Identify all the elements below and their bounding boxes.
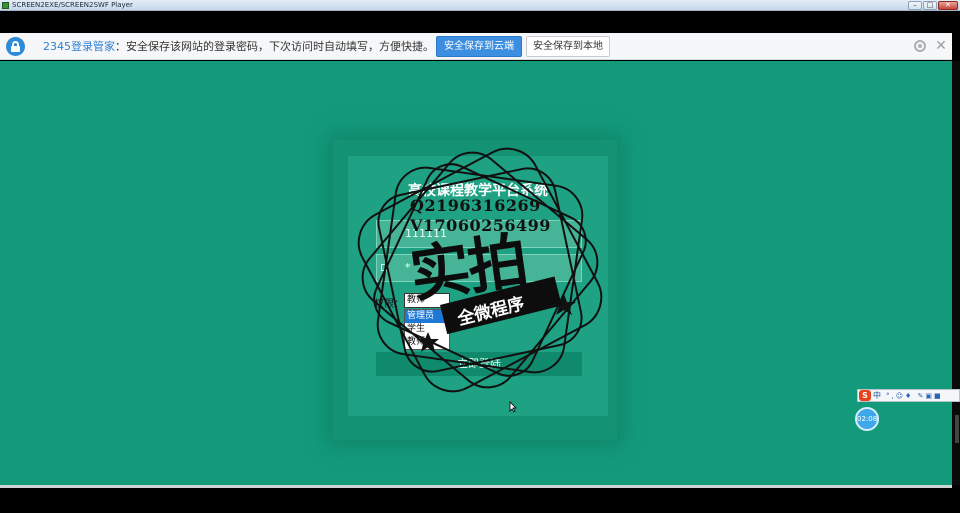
password-bar-text: ：安全保存该网站的登录密码，下次访问时自动填写，方便快捷。 bbox=[115, 40, 434, 53]
window-titlebar[interactable]: SCREEN2EXE/SCREEN2SWF Player – □ ✕ bbox=[0, 0, 960, 11]
ime-toolbar[interactable]: S 中 °,☺♦ ✎▣■ bbox=[857, 389, 960, 402]
star-icon bbox=[417, 332, 439, 352]
ime-tool-icons[interactable]: °,☺♦ ✎▣■ bbox=[886, 391, 943, 401]
floating-clock[interactable]: 02:08 bbox=[855, 407, 879, 431]
minimize-button[interactable]: – bbox=[908, 1, 922, 10]
watermark-contact-1: Q2196316269 bbox=[410, 196, 541, 215]
lock-icon bbox=[6, 37, 25, 56]
bottom-divider bbox=[0, 485, 952, 488]
password-bar-message: 2345登录管家：安全保存该网站的登录密码，下次访问时自动填写，方便快捷。 bbox=[43, 33, 434, 60]
screen: SCREEN2EXE/SCREEN2SWF Player – □ ✕ 2345登… bbox=[0, 0, 960, 513]
close-window-button[interactable]: ✕ bbox=[938, 1, 958, 10]
gear-icon[interactable] bbox=[914, 40, 926, 52]
app-icon bbox=[2, 2, 9, 9]
window-title: SCREEN2EXE/SCREEN2SWF Player bbox=[12, 1, 133, 9]
ime-mode-toggle[interactable]: 中 bbox=[873, 390, 881, 401]
ime-logo-icon[interactable]: S bbox=[859, 390, 871, 401]
close-icon[interactable]: ✕ bbox=[934, 37, 948, 55]
save-to-cloud-button[interactable]: 安全保存到云端 bbox=[436, 36, 522, 57]
save-to-local-button[interactable]: 安全保存到本地 bbox=[526, 36, 610, 57]
mouse-cursor-icon bbox=[509, 401, 517, 413]
password-bar-brand: 2345登录管家 bbox=[43, 40, 115, 53]
maximize-button[interactable]: □ bbox=[923, 1, 937, 10]
scrollbar-handle[interactable] bbox=[955, 415, 959, 443]
